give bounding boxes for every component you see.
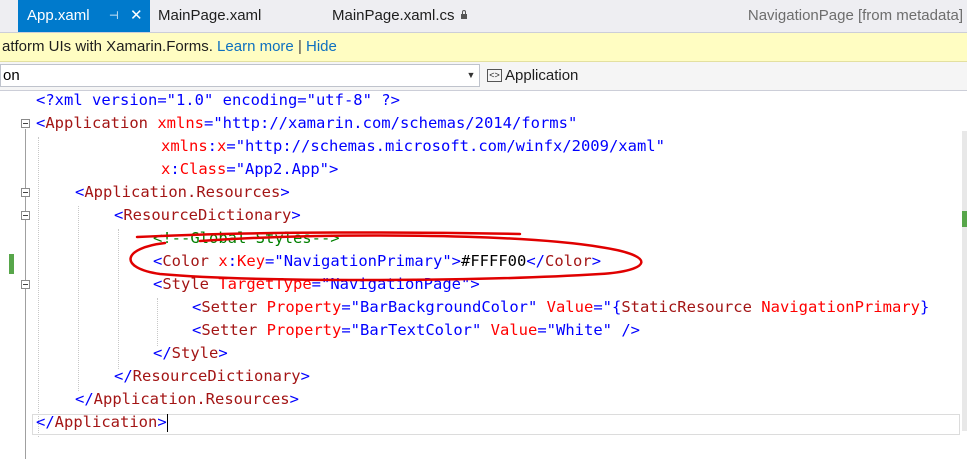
code-line-15: </Application> (36, 413, 168, 432)
navigation-bar: on ▼ <> Application (0, 62, 967, 91)
indent-guide (118, 229, 119, 369)
type-dropdown[interactable]: on ▼ (0, 64, 480, 87)
code-line-2: <Application xmlns="http://xamarin.com/s… (36, 114, 578, 132)
code-line-13: </ResourceDictionary> (114, 367, 310, 385)
code-line-14: </Application.Resources> (75, 390, 299, 408)
editor-margin (0, 91, 34, 458)
tab-label: App.xaml (27, 7, 90, 24)
code-line-1: <?xml version="1.0" encoding="utf-8" ?> (36, 91, 400, 109)
indent-guide (38, 137, 39, 437)
tab-navigationpage-metadata[interactable]: NavigationPage [from metadata] (748, 0, 963, 32)
member-dropdown-value: Application (505, 67, 579, 84)
current-line-highlight (32, 414, 960, 435)
code-line-7: <!--Global Styles--> (153, 229, 340, 247)
collapse-icon[interactable] (21, 119, 30, 128)
code-line-4: x:Class="App2.App"> (161, 160, 339, 178)
close-icon[interactable]: ✕ (130, 0, 143, 32)
info-message: atform UIs with Xamarin.Forms. (2, 38, 213, 55)
tab-mainpage-xaml[interactable]: MainPage.xaml (158, 0, 261, 32)
code-line-11: <Setter Property="BarTextColor" Value="W… (192, 321, 640, 339)
learn-more-link[interactable]: Learn more (217, 38, 294, 55)
code-line-10: <Setter Property="BarBackgroundColor" Va… (192, 298, 930, 316)
code-line-12: </Style> (153, 344, 228, 362)
collapse-icon[interactable] (21, 211, 30, 220)
xml-element-icon: <> (487, 68, 502, 82)
change-marker (962, 211, 967, 227)
code-line-9: <Style TargetType="NavigationPage"> (153, 275, 480, 293)
member-dropdown[interactable]: <> Application (487, 64, 965, 87)
type-dropdown-value: on (3, 67, 20, 84)
scrollbar[interactable] (962, 131, 967, 431)
collapse-icon[interactable] (21, 280, 30, 289)
outline-line (25, 129, 26, 459)
info-bar: atform UIs with Xamarin.Forms. Learn mor… (0, 33, 967, 62)
code-editor[interactable]: <?xml version="1.0" encoding="utf-8" ?> … (0, 91, 967, 459)
text-caret (166, 413, 168, 432)
hide-link[interactable]: Hide (306, 38, 337, 55)
collapse-icon[interactable] (21, 188, 30, 197)
indent-guide (78, 206, 79, 391)
info-separator: | (297, 38, 302, 55)
change-marker (9, 254, 14, 274)
tab-mainpage-xaml-cs[interactable]: MainPage.xaml.cs (332, 0, 467, 32)
document-tab-bar: App.xaml ⊣ ✕ MainPage.xaml MainPage.xaml… (0, 0, 967, 33)
tab-app-xaml[interactable]: App.xaml ⊣ ✕ (18, 0, 150, 32)
code-line-3: xmlns:x="http://schemas.microsoft.com/wi… (161, 137, 665, 155)
tab-label: MainPage.xaml (158, 7, 262, 24)
tab-label: NavigationPage [from metadata] (747, 7, 963, 24)
code-line-5: <Application.Resources> (75, 183, 290, 201)
indent-guide (157, 298, 158, 346)
chevron-down-icon[interactable]: ▼ (463, 65, 479, 86)
pin-icon[interactable]: ⊣ (109, 0, 119, 32)
lock-icon (460, 10, 467, 19)
tab-label: MainPage.xaml.cs (332, 7, 455, 24)
code-line-6: <ResourceDictionary> (114, 206, 301, 224)
code-line-8: <Color x:Key="NavigationPrimary">#FFFF00… (153, 252, 602, 270)
